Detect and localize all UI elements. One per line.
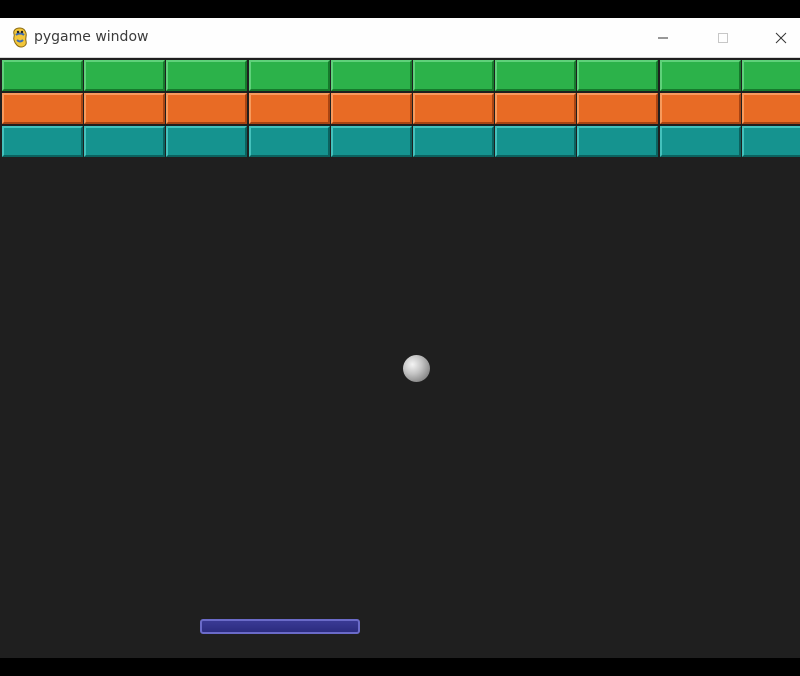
window-title: pygame window bbox=[34, 29, 149, 45]
ball bbox=[403, 355, 430, 382]
brick-green bbox=[166, 60, 248, 91]
brick-orange bbox=[166, 93, 248, 124]
game-area[interactable] bbox=[0, 58, 800, 658]
close-icon bbox=[775, 32, 787, 43]
brick-orange bbox=[659, 93, 741, 124]
pygame-window: pygame window bbox=[0, 18, 800, 658]
brick-green bbox=[659, 60, 741, 91]
brick-orange bbox=[495, 93, 577, 124]
brick-teal bbox=[413, 126, 494, 157]
minimize-button[interactable] bbox=[640, 18, 686, 57]
brick-green bbox=[2, 60, 83, 91]
brick-orange bbox=[330, 93, 412, 124]
brick-teal bbox=[659, 126, 741, 157]
brick-orange bbox=[413, 93, 494, 124]
brick-green bbox=[577, 60, 659, 91]
brick-teal bbox=[248, 126, 330, 157]
brick-orange bbox=[84, 93, 166, 124]
brick-teal bbox=[741, 126, 800, 157]
brick-orange bbox=[741, 93, 800, 124]
brick-green bbox=[741, 60, 800, 91]
title-bar[interactable]: pygame window bbox=[0, 18, 800, 58]
brick-green bbox=[330, 60, 412, 91]
pygame-snake-icon bbox=[13, 27, 27, 48]
brick-orange bbox=[248, 93, 330, 124]
brick-teal bbox=[84, 126, 166, 157]
maximize-button[interactable] bbox=[700, 18, 746, 57]
brick-orange bbox=[577, 93, 659, 124]
close-button[interactable] bbox=[758, 18, 800, 57]
brick-green bbox=[413, 60, 494, 91]
paddle[interactable] bbox=[200, 619, 360, 634]
brick-teal bbox=[2, 126, 83, 157]
maximize-icon bbox=[718, 32, 728, 43]
brick-teal bbox=[577, 126, 659, 157]
brick-green bbox=[248, 60, 330, 91]
screen: pygame window bbox=[0, 0, 800, 676]
brick-green bbox=[495, 60, 577, 91]
brick-green bbox=[84, 60, 166, 91]
brick-teal bbox=[330, 126, 412, 157]
brick-teal bbox=[495, 126, 577, 157]
minimize-icon bbox=[658, 37, 668, 38]
brick-teal bbox=[166, 126, 248, 157]
brick-orange bbox=[2, 93, 83, 124]
